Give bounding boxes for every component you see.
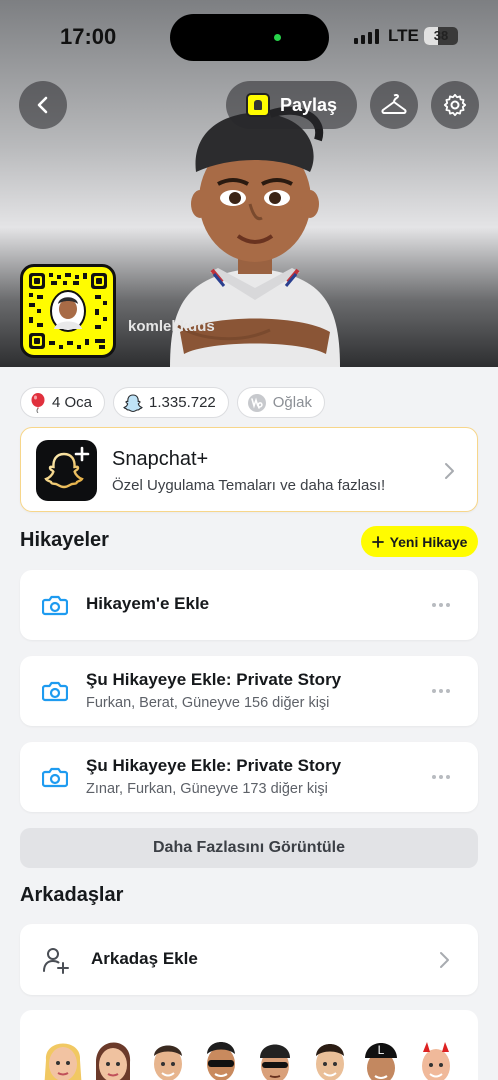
settings-button[interactable] (431, 81, 479, 129)
friend-bitmoji-2 (96, 1042, 131, 1080)
friends-section-title: Arkadaşlar (20, 884, 124, 906)
add-friend-icon (43, 948, 69, 974)
profile-header-background: 17:00 LTE 38 Paylaş komlekkdds (0, 0, 498, 367)
chevron-left-icon (37, 96, 48, 114)
profile-chips: 4 Oca 1.335.722 Oğlak (20, 387, 325, 418)
share-label: Paylaş (280, 94, 338, 115)
view-more-button[interactable]: Daha Fazlasını Görüntüle (20, 828, 478, 868)
status-time: 17:00 (60, 24, 117, 49)
battery-level: 38 (433, 28, 449, 43)
ghost-plus-icon (44, 446, 90, 489)
snapchat-plus-card[interactable]: Snapchat+ Özel Uygulama Temaları ve daha… (20, 427, 478, 512)
network-type: LTE (388, 26, 419, 45)
camera-icon (42, 767, 68, 788)
snap-score-label: 1.335.722 (149, 394, 216, 411)
snapcode-pattern (29, 273, 107, 349)
new-story-label: Yeni Hikaye (389, 533, 468, 550)
gear-icon (443, 93, 467, 117)
camera-icon (42, 681, 68, 702)
share-button[interactable]: Paylaş (226, 81, 357, 129)
dynamic-island (170, 14, 329, 61)
add-friend-row[interactable]: Arkadaş Ekle (20, 924, 478, 995)
story-item-title: Hikayem'e Ekle (86, 594, 210, 613)
story-item-title: Şu Hikayeye Ekle: Private Story (86, 670, 342, 689)
back-button[interactable] (19, 81, 67, 129)
story-item-private-story-2[interactable]: Şu Hikayeye Ekle: Private Story Zınar, F… (20, 742, 478, 812)
snap-score-chip[interactable]: 1.335.722 (113, 387, 229, 418)
add-friend-label: Arkadaş Ekle (91, 949, 198, 968)
status-bar: 17:00 LTE 38 (0, 0, 498, 72)
birthday-chip[interactable]: 4 Oca (20, 387, 106, 418)
username: komlekkdds (128, 318, 215, 335)
snap-score-icon (123, 393, 143, 412)
more-options-icon[interactable] (432, 689, 450, 693)
plus-icon (371, 535, 384, 548)
friend-bitmoji-5 (260, 1044, 290, 1080)
story-item-my-story[interactable]: Hikayem'e Ekle (20, 570, 478, 640)
snapcode-icon (246, 93, 270, 117)
capricorn-icon (247, 393, 266, 412)
friend-bitmoji-1 (44, 1043, 82, 1080)
chevron-right-icon (445, 463, 454, 479)
more-options-icon[interactable] (432, 775, 450, 779)
friend-bitmoji-8 (422, 1042, 450, 1080)
zodiac-label: Oğlak (272, 394, 312, 411)
stories-section-title: Hikayeler (20, 529, 109, 551)
hanger-icon (381, 94, 407, 114)
cellular-signal-icon (354, 28, 379, 44)
svg-text:L: L (378, 1043, 385, 1057)
snapchat-plus-logo (36, 440, 97, 501)
snapcode[interactable] (20, 264, 116, 358)
snapchat-plus-title: Snapchat+ (112, 448, 209, 470)
chevron-right-icon (440, 952, 449, 968)
birthday-label: 4 Oca (52, 394, 93, 411)
zodiac-chip[interactable]: Oğlak (236, 387, 325, 418)
friend-bitmoji-4 (207, 1042, 235, 1080)
bitmoji-wardrobe-button[interactable] (370, 81, 418, 129)
story-item-title: Şu Hikayeye Ekle: Private Story (86, 756, 342, 775)
camera-icon (42, 595, 68, 616)
snapchat-plus-subtitle: Özel Uygulama Temaları ve daha fazlası! (112, 477, 386, 494)
battery-icon: 38 (424, 27, 458, 45)
camera-indicator-icon (274, 34, 281, 41)
friend-bitmoji-3 (154, 1045, 182, 1080)
story-item-subtitle: Furkan, Berat, Güneyve 156 diğer kişi (86, 695, 330, 711)
friend-bitmoji-7: L (365, 1043, 397, 1080)
balloon-icon (31, 392, 45, 413)
story-item-private-story-1[interactable]: Şu Hikayeye Ekle: Private Story Furkan, … (20, 656, 478, 726)
friend-bitmoji-6 (316, 1044, 344, 1080)
more-options-icon[interactable] (432, 603, 450, 607)
story-item-subtitle: Zınar, Furkan, Güneyve 173 diğer kişi (86, 781, 328, 797)
friends-bitmoji-strip[interactable]: L (20, 1010, 478, 1080)
new-story-button[interactable]: Yeni Hikaye (361, 526, 478, 557)
